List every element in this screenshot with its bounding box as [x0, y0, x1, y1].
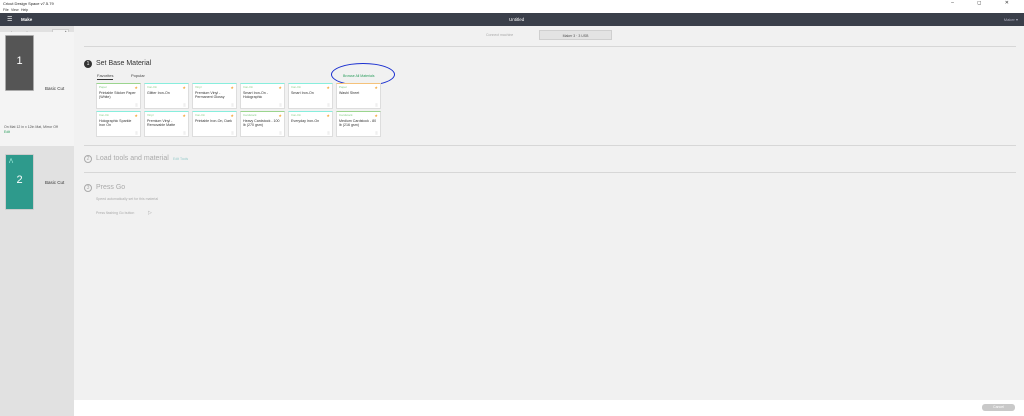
go-button-icon: ▷: [148, 210, 152, 216]
material-name: Everyday Iron-On: [291, 119, 320, 123]
material-card[interactable]: Iron-On ★ Printable Iron-On, Dark ⓘ: [192, 111, 237, 137]
tab-popular[interactable]: Popular: [131, 73, 145, 78]
connect-machine-button[interactable]: Maker 3 · 3 USB: [539, 30, 612, 40]
tab-favorites[interactable]: Favorites: [97, 73, 114, 80]
mat-number: 2: [16, 174, 23, 186]
material-name: Washi Sheet: [339, 91, 360, 95]
step-2-title: Load tools and material: [96, 155, 169, 162]
material-card[interactable]: Iron-On ★ Smart Iron-On - Holographic ⓘ: [240, 83, 285, 109]
divider: [84, 145, 1016, 146]
material-name: Printable Iron-On, Dark: [195, 119, 232, 123]
material-name: Medium Cardstock - 80 lb (216 gsm): [339, 119, 377, 128]
menu-file[interactable]: File: [3, 8, 9, 12]
material-name: Glitter Iron-On: [147, 91, 170, 95]
favorite-star-icon[interactable]: ★: [278, 85, 282, 90]
material-name: Heavy Cardstock - 100 lb (270 gsm): [243, 119, 280, 128]
favorite-star-icon[interactable]: ★: [326, 85, 330, 90]
step-3-badge: 3: [84, 184, 92, 192]
step-1-badge: 1: [84, 60, 92, 68]
material-name: Smart Iron-On: [291, 91, 314, 95]
info-icon[interactable]: ⓘ: [231, 103, 234, 107]
app-header: ☰ Make Untitled Maker ▾: [0, 13, 1024, 26]
material-name: Printable Sticker Paper (White): [99, 91, 136, 100]
favorite-star-icon[interactable]: ★: [374, 85, 378, 90]
app-title: Cricut Design Space v7.5.79: [3, 1, 54, 6]
info-icon[interactable]: ⓘ: [183, 103, 186, 107]
window-titlebar: Cricut Design Space v7.5.79 – ◻ ✕: [0, 0, 1024, 7]
machine-selector[interactable]: Maker ▾: [1004, 17, 1018, 22]
favorite-star-icon[interactable]: ★: [134, 113, 138, 118]
speed-info-text: Speed automatically set for this materia…: [96, 197, 159, 201]
material-category: Iron-On: [291, 85, 302, 89]
material-card[interactable]: Cardstock ★ Medium Cardstock - 80 lb (216 …: [336, 111, 381, 137]
material-card[interactable]: Vinyl ★ Premium Vinyl - Permanent Glossy ⓘ: [192, 83, 237, 109]
material-card[interactable]: Paper ★ Washi Sheet ⓘ: [336, 83, 381, 109]
material-card[interactable]: Vinyl ★ Premium Vinyl - Removable Matte ⓘ: [144, 111, 189, 137]
menu-help[interactable]: Help: [21, 8, 28, 12]
mat-preview-1[interactable]: 1: [5, 35, 34, 91]
window-controls[interactable]: – ◻ ✕: [951, 0, 1020, 6]
info-icon[interactable]: ⓘ: [375, 131, 378, 135]
material-category: Iron-On: [195, 113, 206, 117]
favorite-star-icon[interactable]: ★: [374, 113, 378, 118]
mat-label-2: Basic Cut: [45, 180, 65, 185]
press-go-text: Press flashing Go button: [96, 211, 135, 215]
document-title: Untitled: [509, 17, 525, 22]
material-category: Vinyl: [195, 85, 202, 89]
mat-info-text: On Mat 12 in x 12in Mat, Mirror Off: [4, 125, 58, 129]
material-category: Paper: [339, 85, 348, 89]
material-name: Premium Vinyl - Permanent Glossy: [195, 91, 225, 100]
favorite-star-icon[interactable]: ★: [182, 113, 186, 118]
edit-mat-link[interactable]: Edit: [4, 130, 10, 134]
mat-grip-icon: ⋀: [9, 158, 14, 164]
favorite-star-icon[interactable]: ★: [230, 113, 234, 118]
favorite-star-icon[interactable]: ★: [182, 85, 186, 90]
make-label: Make: [21, 17, 33, 22]
material-category: Iron-On: [291, 113, 302, 117]
material-category: Iron-On: [99, 113, 110, 117]
edit-tools-link[interactable]: Edit Tools: [173, 157, 188, 161]
favorite-star-icon[interactable]: ★: [230, 85, 234, 90]
material-category: Iron-On: [243, 85, 254, 89]
info-icon[interactable]: ⓘ: [327, 131, 330, 135]
material-category: Paper: [99, 85, 108, 89]
material-name: Holographic Sparkle Iron On: [99, 119, 132, 128]
favorite-star-icon[interactable]: ★: [326, 113, 330, 118]
mat-number: 1: [16, 55, 23, 67]
material-card[interactable]: Cardstock ★ Heavy Cardstock - 100 lb (270 …: [240, 111, 285, 137]
info-icon[interactable]: ⓘ: [135, 103, 138, 107]
footer-bar: Cancel: [74, 400, 1024, 416]
material-category: Vinyl: [147, 113, 154, 117]
material-card[interactable]: Iron-On ★ Holographic Sparkle Iron On ⓘ: [96, 111, 141, 137]
material-category: Cardstock: [339, 113, 353, 117]
step-3-title: Press Go: [96, 184, 126, 191]
material-category: Cardstock: [243, 113, 257, 117]
info-icon[interactable]: ⓘ: [279, 103, 282, 107]
info-icon[interactable]: ⓘ: [279, 131, 282, 135]
step-1-title: Set Base Material: [96, 60, 152, 67]
info-icon[interactable]: ⓘ: [231, 131, 234, 135]
material-card[interactable]: Iron-On ★ Everyday Iron-On ⓘ: [288, 111, 333, 137]
info-icon[interactable]: ⓘ: [135, 131, 138, 135]
divider: [84, 46, 1016, 47]
divider: [84, 172, 1016, 173]
material-card[interactable]: Iron-On ★ Smart Iron-On ⓘ: [288, 83, 333, 109]
material-card[interactable]: Paper ★ Printable Sticker Paper (White) ⓘ: [96, 83, 141, 109]
mat-preview-2[interactable]: ⋀ 2: [5, 154, 34, 210]
hamburger-menu-icon[interactable]: ☰: [7, 16, 12, 23]
favorite-star-icon[interactable]: ★: [134, 85, 138, 90]
cancel-button[interactable]: Cancel: [982, 404, 1015, 411]
favorite-star-icon[interactable]: ★: [278, 113, 282, 118]
menu-view[interactable]: View: [11, 8, 19, 12]
mat-label-1: Basic Cut: [45, 86, 65, 91]
info-icon[interactable]: ⓘ: [183, 131, 186, 135]
connect-machine-label: Connect machine: [486, 33, 514, 37]
material-category: Iron-On: [147, 85, 158, 89]
material-card[interactable]: Iron-On ★ Glitter Iron-On ⓘ: [144, 83, 189, 109]
info-icon[interactable]: ⓘ: [327, 103, 330, 107]
step-2-badge: 2: [84, 155, 92, 163]
info-icon[interactable]: ⓘ: [375, 103, 378, 107]
material-name: Smart Iron-On - Holographic: [243, 91, 268, 100]
material-name: Premium Vinyl - Removable Matte: [147, 119, 176, 128]
